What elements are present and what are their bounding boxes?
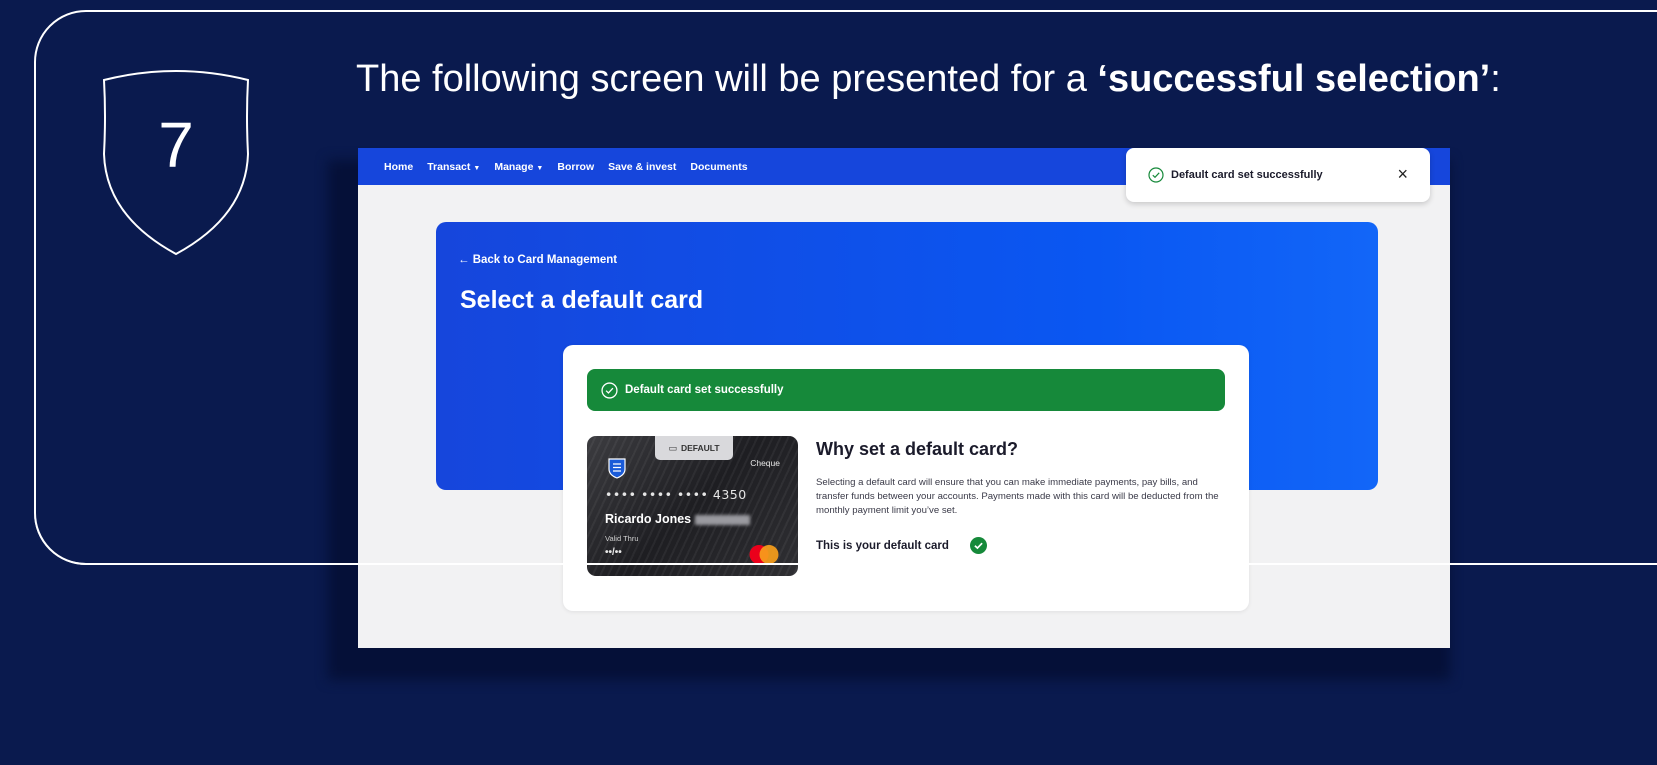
nav-home-label: Home bbox=[384, 160, 414, 173]
banner-message: Default card set successfully bbox=[625, 384, 784, 396]
card-icon: ▭ bbox=[668, 442, 677, 453]
chevron-down-icon: ▼ bbox=[473, 164, 481, 172]
nav-borrow-label: Borrow bbox=[557, 160, 595, 173]
bank-logo-icon bbox=[608, 458, 626, 479]
card-type: Cheque bbox=[750, 458, 780, 468]
redacted-surname bbox=[695, 515, 750, 525]
close-icon[interactable]: × bbox=[1397, 165, 1408, 183]
nav-home[interactable]: Home bbox=[384, 161, 413, 173]
nav-manage[interactable]: Manage ▼ bbox=[494, 161, 543, 173]
valid-thru-label: Valid Thru bbox=[605, 534, 639, 543]
chevron-down-icon: ▼ bbox=[536, 164, 544, 172]
success-banner: Default card set successfully bbox=[587, 369, 1225, 411]
check-badge-icon bbox=[970, 537, 987, 554]
card-holder: Ricardo Jones bbox=[605, 512, 692, 526]
nav-save-invest-label: Save & invest bbox=[608, 160, 677, 173]
nav-borrow[interactable]: Borrow bbox=[557, 161, 594, 173]
nav-documents-label: Documents bbox=[690, 160, 748, 173]
bank-card[interactable]: ▭ DEFAULT Cheque •••• •••• •••• 4350 Rica… bbox=[587, 436, 798, 576]
default-status-label: This is your default card bbox=[816, 540, 949, 552]
app-screenshot: Home Transact ▼ Manage ▼ Borrow Save & inv… bbox=[358, 148, 1450, 648]
back-link[interactable]: ← Back to Card Management bbox=[458, 254, 617, 266]
info-title: Why set a default card? bbox=[816, 439, 1019, 459]
nav-transact[interactable]: Transact ▼ bbox=[427, 161, 480, 173]
default-tag-label: DEFAULT bbox=[680, 443, 720, 453]
nav-transact-label: Transact bbox=[427, 160, 471, 173]
heading-bold: ‘successful selection’ bbox=[1097, 58, 1491, 100]
success-toast: Default card set successfully × bbox=[1126, 148, 1430, 202]
default-tag: ▭ DEFAULT bbox=[655, 436, 733, 460]
step-number: 7 bbox=[158, 109, 194, 181]
toast-message: Default card set successfully bbox=[1171, 169, 1323, 181]
nav-documents[interactable]: Documents bbox=[690, 161, 747, 173]
card-number: •••• •••• •••• 4350 bbox=[605, 487, 747, 502]
step-heading: The following screen will be presented f… bbox=[356, 58, 1501, 101]
heading-suffix: : bbox=[1490, 58, 1501, 100]
default-card-panel: Default card set successfully ▭ DEFAULT C… bbox=[563, 345, 1249, 611]
nav-manage-label: Manage bbox=[494, 160, 534, 173]
heading-prefix: The following screen will be presented f… bbox=[356, 58, 1098, 100]
card-expiry: ••/•• bbox=[605, 547, 622, 558]
info-description: Selecting a default card will ensure tha… bbox=[816, 477, 1219, 516]
nav-save-invest[interactable]: Save & invest bbox=[608, 161, 676, 173]
mastercard-logo-icon bbox=[749, 545, 779, 564]
check-circle-icon bbox=[1148, 167, 1164, 183]
page-title: Select a default card bbox=[460, 286, 704, 314]
check-circle-icon bbox=[601, 381, 618, 399]
